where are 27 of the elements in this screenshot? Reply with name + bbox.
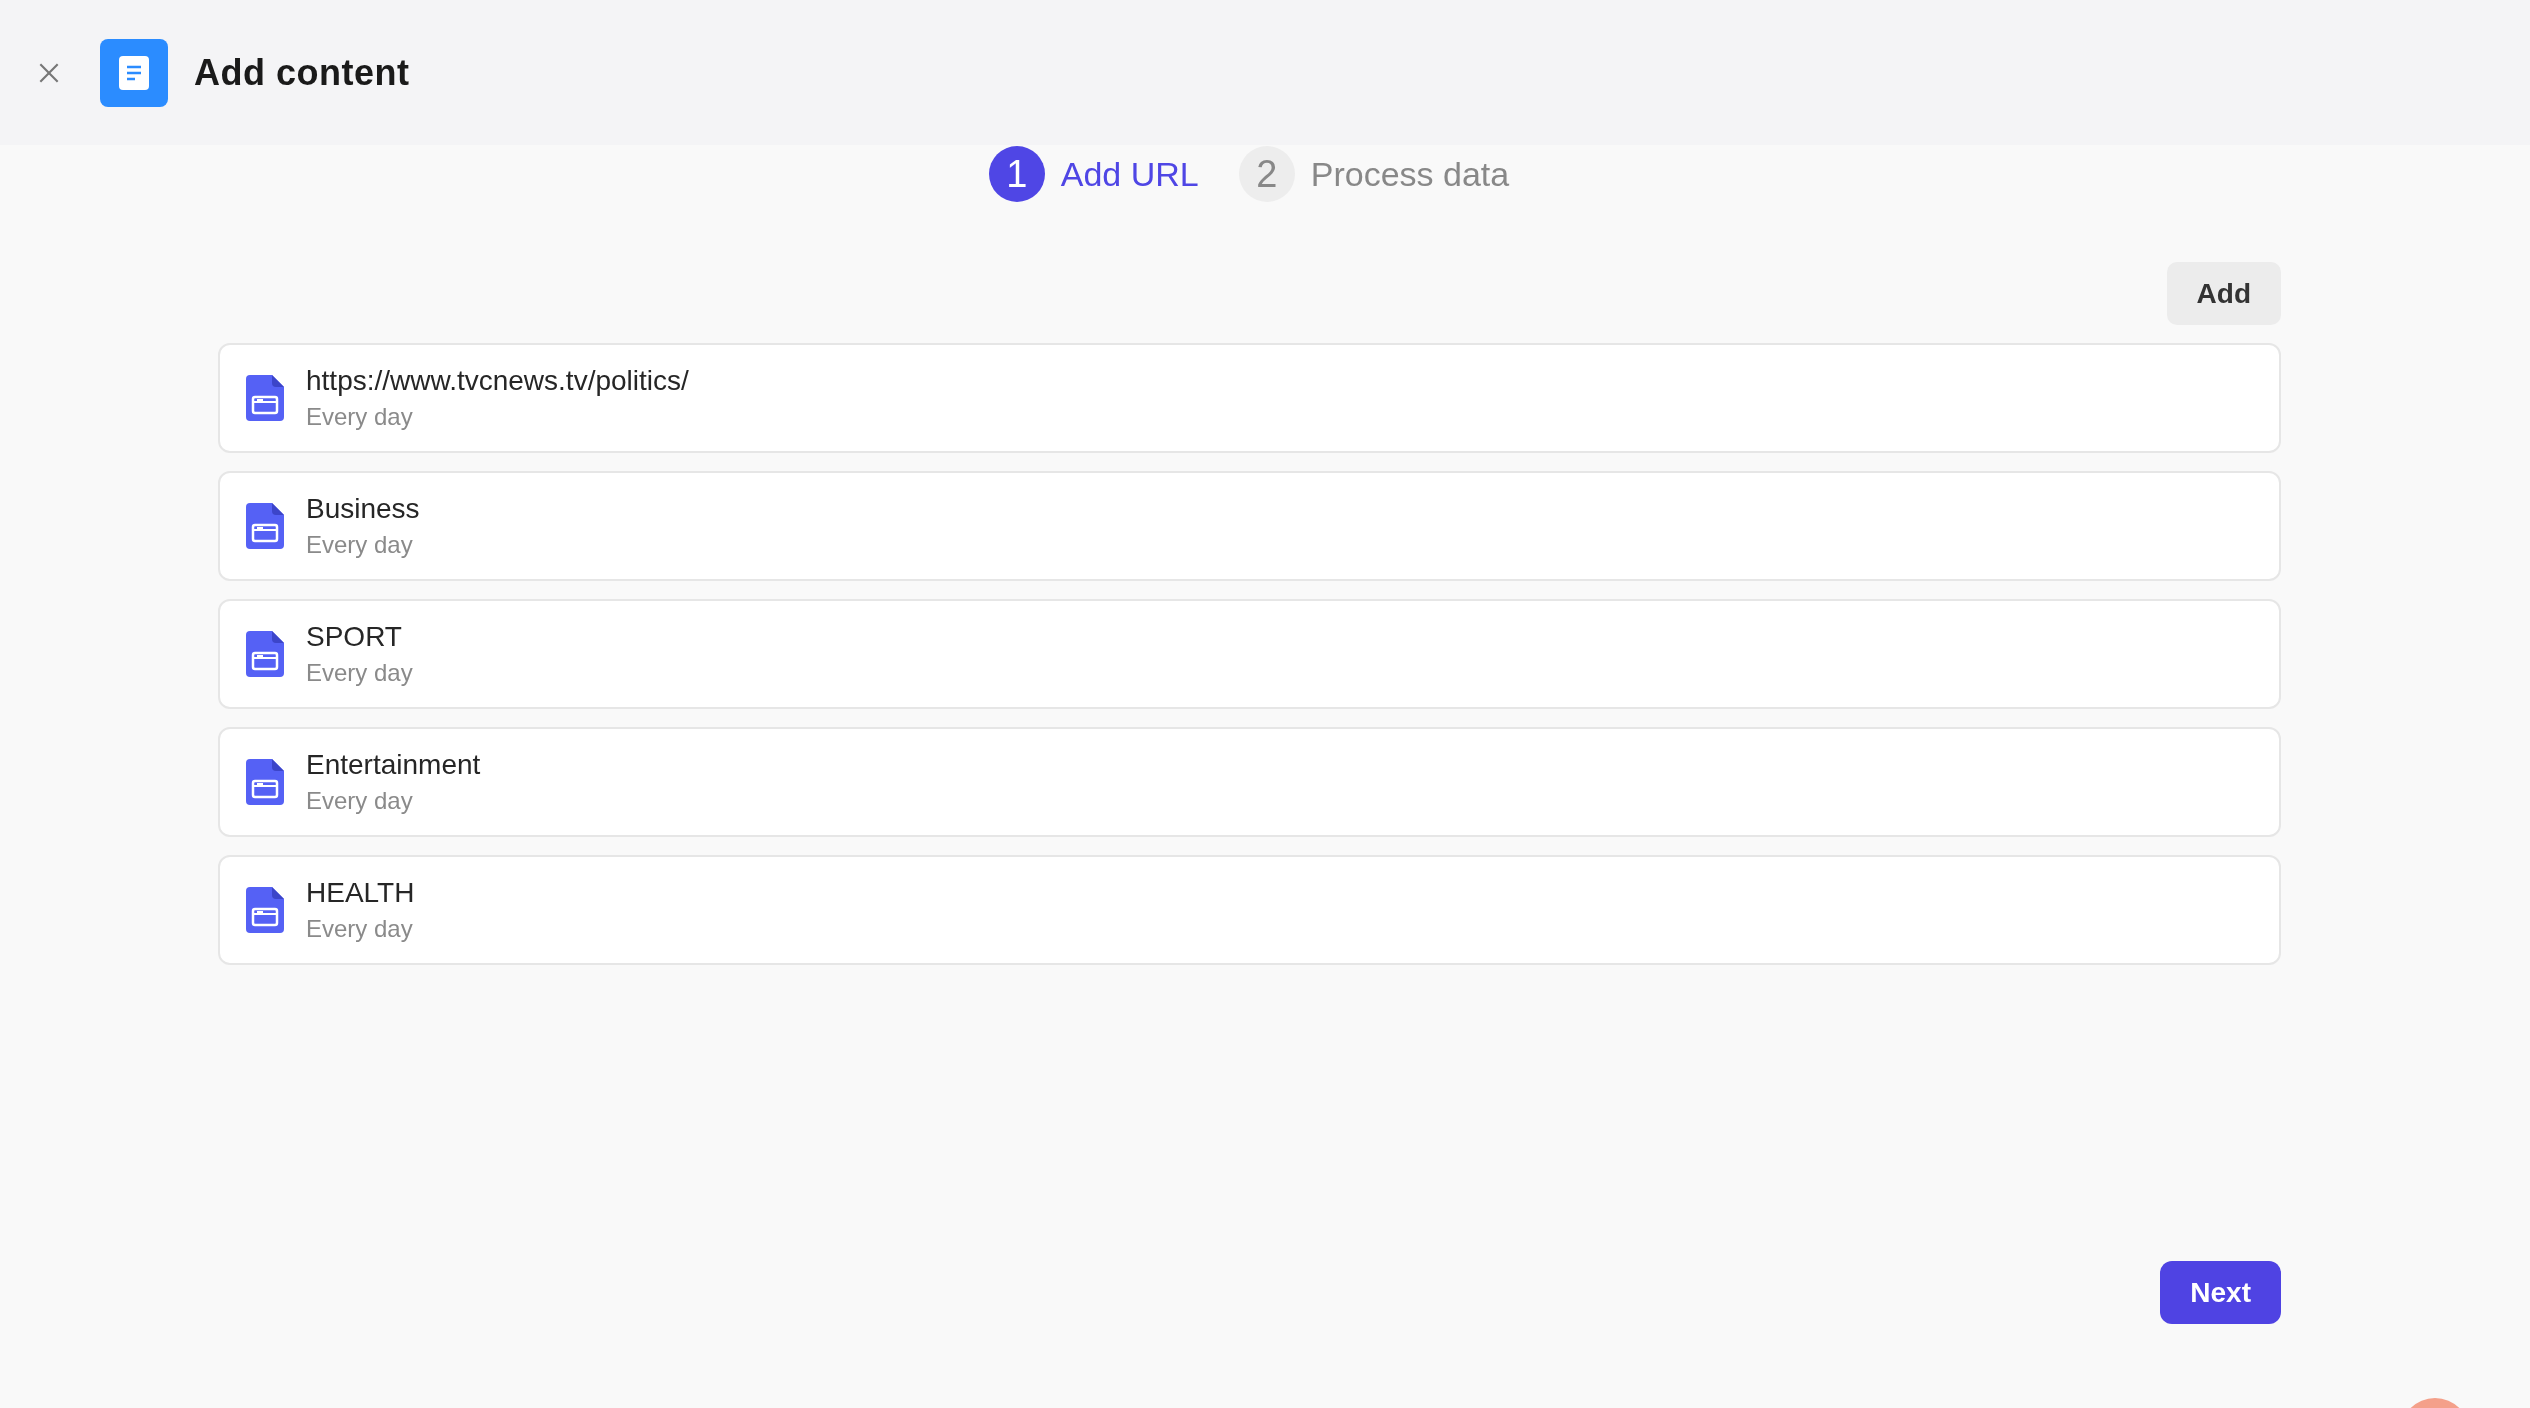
update-frequency: Every day [306,915,414,943]
step-label[interactable]: Add URL [1060,154,1199,194]
source-url: HEALTH [306,877,415,909]
source-url: SPORT [306,621,403,653]
web-document-icon [246,631,284,677]
source-card[interactable]: HEALTH Every day [218,855,2281,965]
step-number: 2 [1238,146,1295,202]
source-card[interactable]: Business Every day [218,471,2281,581]
web-document-icon [246,759,284,805]
source-card[interactable]: SPORT Every day [218,599,2281,709]
source-card[interactable]: Entertainment Every day [218,727,2281,837]
source-card[interactable]: https://www.tvcnews.tv/politics/ Every day [218,343,2281,453]
page-title: Add content [194,51,410,94]
next-button[interactable]: Next [2160,1261,2281,1324]
web-document-icon [246,503,284,549]
web-document-icon [246,375,284,421]
source-url: Entertainment [306,749,481,781]
source-url: Business [306,493,420,525]
update-frequency: Every day [306,403,414,431]
add-button[interactable]: Add [2166,262,2281,325]
update-frequency: Every day [306,787,414,815]
web-document-icon [246,887,284,933]
update-frequency: Every day [306,659,413,687]
update-frequency: Every day [306,531,414,559]
document-logo-icon [100,38,168,107]
step-number: 1 [988,146,1045,202]
source-url: https://www.tvcnews.tv/politics/ [306,365,689,397]
